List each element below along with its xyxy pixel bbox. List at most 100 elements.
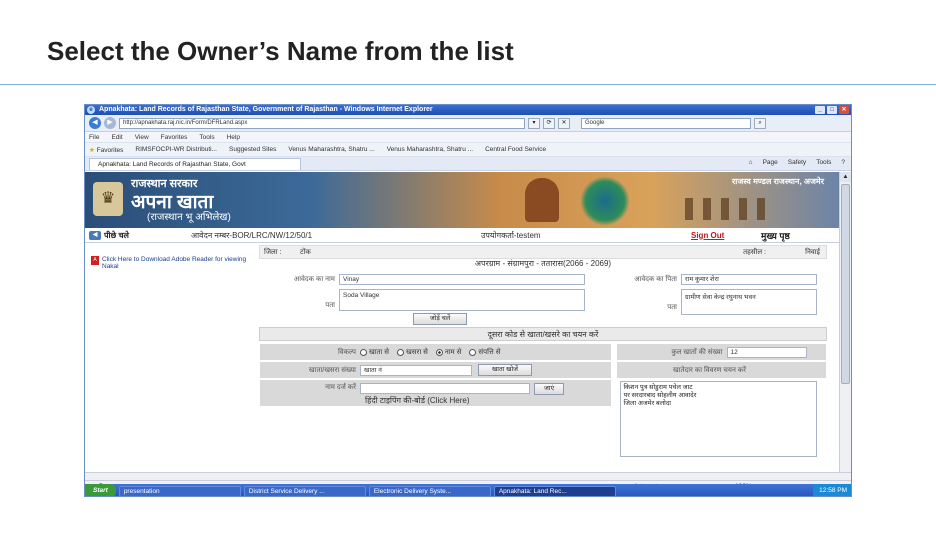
- back-icon: ◀: [89, 230, 101, 240]
- taskbar-item[interactable]: District Service Delivery ...: [243, 485, 366, 496]
- signout-link[interactable]: Sign Out: [691, 231, 761, 240]
- scroll-thumb[interactable]: [841, 184, 850, 384]
- scroll-up-icon[interactable]: ▲: [840, 172, 851, 182]
- favorite-link[interactable]: Venus Maharashtra, Shatru ...: [387, 146, 473, 153]
- favorite-link[interactable]: Suggested Sites: [229, 146, 276, 153]
- taskbar-item[interactable]: Apnakhata: Land Rec...: [493, 485, 616, 496]
- add-button[interactable]: जोड़ें चलें: [413, 313, 467, 325]
- search-grid: विकल्प खाता से खसरा से नाम से संपत्ति से…: [259, 343, 827, 457]
- dropdown-icon[interactable]: ▾: [528, 117, 540, 129]
- url-input[interactable]: http://apnakhata.raj.nic.in/Form/DFRLand…: [119, 117, 525, 129]
- tehsil-value: निवाई: [805, 249, 820, 256]
- address-row: पता Soda Village जोड़ें चलें पता ग्रामीण…: [259, 289, 827, 325]
- khata-number-input[interactable]: खाता नं: [360, 364, 472, 376]
- owner-item[interactable]: किशन पुत्र सोडुराम पचेल जाट: [624, 384, 813, 392]
- portrait-image: [525, 178, 559, 222]
- khata-number-label: खाता/खसरा संख्या: [308, 366, 356, 374]
- tehsil-label: तहसील :: [743, 249, 766, 256]
- radio-by-khata[interactable]: खाता से: [360, 348, 389, 357]
- title-divider: [0, 84, 936, 85]
- hindi-keyboard-link[interactable]: हिंदी टाइपिंग की-बोर्ड (Click Here): [365, 395, 564, 406]
- address-textarea[interactable]: Soda Village: [339, 289, 585, 311]
- camel-image: [685, 198, 765, 220]
- ie-icon: e: [87, 106, 95, 114]
- clock: 12:58 PM: [813, 484, 851, 496]
- toolbar-page[interactable]: Page: [763, 159, 778, 166]
- radio-by-property[interactable]: संपत्ति से: [469, 348, 500, 357]
- search-input[interactable]: Google: [581, 117, 751, 129]
- favorite-link[interactable]: RIMSFOCPI-WR Distributi...: [135, 146, 217, 153]
- back-arrow-icon[interactable]: ◀: [89, 117, 101, 129]
- owner-select-label: खातेदार का विवरण चयन करें: [672, 366, 747, 374]
- nav-strip: ◀ पीछे चले आवेदन नम्बर-BOR/LRC/NW/12/50/…: [85, 228, 840, 243]
- radio-by-name[interactable]: नाम से: [435, 348, 461, 357]
- district-value: टोंक: [300, 249, 311, 256]
- menu-view[interactable]: View: [135, 132, 149, 142]
- browser-window: e Apnakhata: Land Records of Rajasthan S…: [84, 104, 852, 497]
- section-heading: दूसरा कोड से खाता/खसरे का चयन करें: [259, 327, 827, 341]
- taskbar: Start presentation District Service Deli…: [85, 484, 851, 496]
- name-entry-row: नाम दर्ज करें जाएं हिंदी टाइपिंग की-बोर्…: [259, 379, 612, 407]
- radio-by-khasra[interactable]: खसरा से: [397, 348, 428, 357]
- applicant-input[interactable]: Vinay: [339, 273, 585, 285]
- khata-count-label: कुल खातों की संख्या: [671, 348, 723, 356]
- tab-bar: Apnakhata: Land Records of Rajasthan Sta…: [85, 157, 851, 171]
- owner-list[interactable]: किशन पुत्र सोडुराम पचेल जाट पर सरदारबाद …: [619, 381, 817, 457]
- window-title: Apnakhata: Land Records of Rajasthan Sta…: [99, 106, 433, 113]
- menu-bar: File Edit View Favorites Tools Help: [85, 132, 851, 143]
- site-banner: ♛ राजस्थान सरकार अपना खाता (राजस्थान भू …: [85, 172, 840, 228]
- user-label: उपयोगकर्ता-testem: [481, 230, 541, 240]
- khata-number-row: खाता/खसरा संख्या खाता नं खाता खोजें: [259, 361, 612, 379]
- applicant-father-input[interactable]: राम कुमार शेरा: [681, 273, 817, 285]
- favorites-bar: ★ Favorites RIMSFOCPI-WR Distributi... S…: [85, 143, 851, 157]
- vertical-scrollbar[interactable]: ▲: [839, 172, 851, 472]
- toolbar-tools[interactable]: Tools: [816, 159, 831, 166]
- name-input[interactable]: [360, 383, 530, 394]
- home-link[interactable]: मुख्य पृष्ठ: [761, 229, 790, 242]
- stop-icon[interactable]: ✕: [558, 117, 570, 129]
- pdf-icon: A: [91, 256, 99, 265]
- emblem-icon: ♛: [93, 182, 123, 216]
- adobe-download-link[interactable]: A Click Here to Download Adobe Reader fo…: [91, 256, 251, 270]
- help-icon[interactable]: ?: [841, 159, 845, 166]
- address-label: पता: [325, 302, 335, 309]
- refresh-icon[interactable]: ⟳: [543, 117, 555, 129]
- horizontal-scrollbar[interactable]: [85, 472, 851, 480]
- forward-arrow-icon[interactable]: ▶: [104, 117, 116, 129]
- toolbar-safety[interactable]: Safety: [788, 159, 806, 166]
- start-button[interactable]: Start: [85, 484, 116, 496]
- khata-search-button[interactable]: खाता खोजें: [478, 364, 532, 376]
- menu-edit[interactable]: Edit: [111, 132, 122, 142]
- menu-favorites[interactable]: Favorites: [161, 132, 188, 142]
- address-right-textarea[interactable]: ग्रामीण सेवा केन्द्र रघुनाथ भवन: [681, 289, 817, 315]
- favorite-link[interactable]: Venus Maharashtra, Shatru ...: [288, 146, 374, 153]
- minimize-button[interactable]: _: [815, 106, 825, 114]
- menu-tools[interactable]: Tools: [199, 132, 214, 142]
- banner-right-text: राजस्व मण्डल राजस्थान, अजमेर: [732, 177, 824, 186]
- applicant-label: आवेदक का नाम: [293, 275, 335, 283]
- banner-line3: (राजस्थान भू अभिलेख): [147, 212, 231, 223]
- khata-count-value: 12: [726, 346, 807, 358]
- favorites-button[interactable]: ★ Favorites: [89, 146, 123, 154]
- web-page: ♛ राजस्थान सरकार अपना खाता (राजस्थान भू …: [85, 172, 840, 472]
- back-link[interactable]: ◀ पीछे चले: [89, 230, 191, 241]
- favorite-link[interactable]: Central Food Service: [485, 146, 546, 153]
- maximize-button[interactable]: □: [827, 106, 837, 114]
- browser-tab[interactable]: Apnakhata: Land Records of Rajasthan Sta…: [89, 158, 301, 170]
- taskbar-item[interactable]: Electronic Delivery Syste...: [368, 485, 491, 496]
- owner-select-row: खातेदार का विवरण चयन करें: [615, 361, 827, 379]
- owner-item[interactable]: जिला अजमेर बलोदा: [624, 400, 813, 408]
- menu-help[interactable]: Help: [227, 132, 240, 142]
- menu-file[interactable]: File: [89, 132, 99, 142]
- peacock-image: [580, 176, 630, 226]
- owner-item[interactable]: पर सरदारबाद सोहलीय आवादेर: [624, 392, 813, 400]
- applicant-father-label: आवेदक का पिता: [634, 275, 677, 283]
- application-number: आवेदन नम्बर-BOR/LRC/NW/12/50/1: [191, 230, 313, 240]
- search-icon[interactable]: ⌕: [754, 117, 766, 129]
- close-button[interactable]: ✕: [839, 106, 849, 114]
- district-label: जिला :: [264, 249, 282, 256]
- home-icon[interactable]: ⌂: [749, 159, 753, 166]
- go-button[interactable]: जाएं: [534, 383, 564, 395]
- address-bar: ◀ ▶ http://apnakhata.raj.nic.in/Form/DFR…: [85, 115, 851, 132]
- taskbar-item[interactable]: presentation: [118, 485, 241, 496]
